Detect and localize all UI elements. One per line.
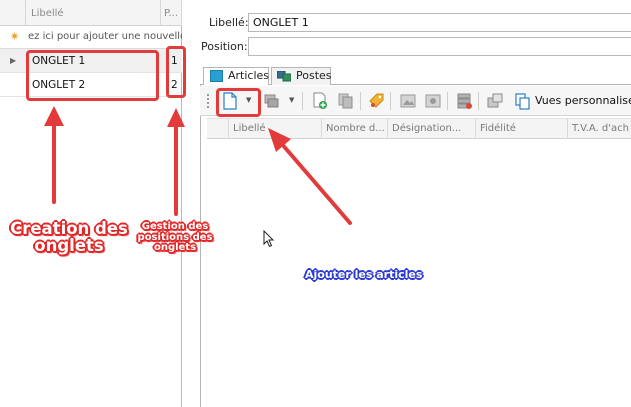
tab-label: Articles [228,69,270,82]
position-field[interactable] [248,37,631,56]
mouse-cursor-icon [263,230,275,248]
tab-postes[interactable]: Postes [271,67,332,85]
column-header-tva[interactable]: T.V.A. d'ach [568,119,631,139]
asterisk-icon: ✷ [10,30,20,43]
toolbar-separator [447,92,448,110]
position-label: Position: [201,40,248,53]
libelle-field[interactable] [248,13,631,32]
monitor-icon [276,70,292,82]
annotation-gestion: Gestion des positions des onglets [137,221,213,253]
column-header-libelle[interactable]: Libellé [26,0,161,26]
libelle-label: Libellé: [209,16,249,29]
picture-icon[interactable] [423,91,443,111]
new-row[interactable]: ✷ ez ici pour ajouter une nouvelle [0,26,182,49]
square-icon [210,70,223,82]
database-icon[interactable] [454,91,474,111]
tag-icon[interactable] [367,91,387,111]
new-row-hint: ez ici pour ajouter une nouvelle [28,31,182,42]
chevron-down-icon[interactable]: ▼ [289,96,294,104]
tab-articles[interactable]: Articles [203,67,269,86]
articles-grid-header: Libellé Nombre d... Désignation... Fidél… [207,118,631,139]
toolbar-grip[interactable] [207,94,209,108]
add-document-icon[interactable] [310,91,330,111]
window-icon[interactable] [485,91,505,111]
grid-header: Libellé P... [0,0,182,26]
image-icon[interactable] [398,91,418,111]
column-header-nombre[interactable]: Nombre d... [322,119,388,139]
column-header-indicator [207,119,229,139]
annotation-box-tabs [26,50,159,101]
toolbar-separator [302,92,303,110]
toolbar-separator [360,92,361,110]
custom-views-button[interactable]: Vues personnalisé [535,94,631,107]
row-pointer-icon: ▶ [10,56,17,65]
annotation-box-positions [166,46,186,98]
toolbar-separator [478,92,479,110]
custom-views-icon[interactable] [512,91,532,111]
annotation-ajouter: Ajouter les articles [305,268,423,281]
column-header-libelle[interactable]: Libellé [229,119,322,139]
column-header-fidelite[interactable]: Fidélité [476,119,568,139]
toolbar-separator [390,92,391,110]
column-header-position[interactable]: P... [161,0,182,26]
grid-header-indicator [0,0,26,26]
stack-icon[interactable] [262,91,282,111]
column-header-designation[interactable]: Désignation... [388,119,476,139]
articles-toolbar: ▼ ▼ Vues personnalisé [200,86,631,116]
copy-document-icon[interactable] [336,91,356,111]
annotation-creation: Creation des onglets [10,219,128,256]
tab-label: Postes [296,69,332,82]
annotation-box-add-article [216,88,261,117]
